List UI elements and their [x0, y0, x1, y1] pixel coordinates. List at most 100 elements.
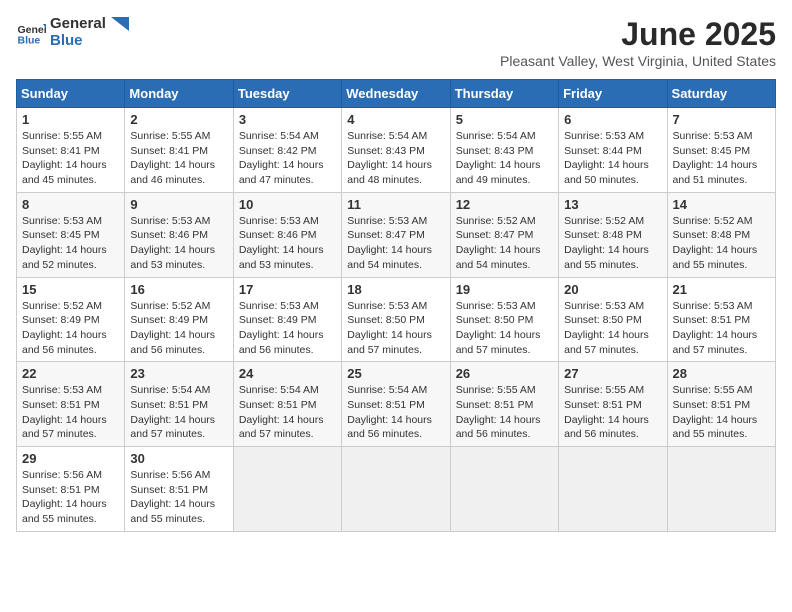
- daylight-text-cont: and 53 minutes.: [239, 258, 336, 273]
- calendar-day-cell: 8 Sunrise: 5:53 AMSunset: 8:45 PMDaylight…: [17, 192, 125, 277]
- sunrise-text: Sunrise: 5:54 AM: [130, 383, 227, 398]
- day-number: 17: [239, 282, 336, 297]
- day-info: Sunrise: 5:54 AMSunset: 8:43 PMDaylight:…: [456, 129, 553, 188]
- weekday-header: Sunday: [17, 80, 125, 108]
- sunrise-text: Sunrise: 5:53 AM: [456, 299, 553, 314]
- calendar-day-cell: [342, 447, 450, 532]
- daylight-text-cont: and 56 minutes.: [564, 427, 661, 442]
- day-number: 23: [130, 366, 227, 381]
- calendar-day-cell: 20Sunrise: 5:53 AMSunset: 8:50 PMDayligh…: [559, 277, 667, 362]
- calendar-week-row: 1Sunrise: 5:55 AMSunset: 8:41 PMDaylight…: [17, 108, 776, 193]
- daylight-text-cont: and 57 minutes.: [347, 343, 444, 358]
- day-number: 10: [239, 197, 336, 212]
- day-number: 2: [130, 112, 227, 127]
- calendar-day-cell: 15Sunrise: 5:52 AMSunset: 8:49 PMDayligh…: [17, 277, 125, 362]
- sunrise-text: Sunrise: 5:53 AM: [673, 129, 770, 144]
- day-info: Sunrise: 5:52 AMSunset: 8:48 PMDaylight:…: [564, 214, 661, 273]
- daylight-text-cont: and 56 minutes.: [239, 343, 336, 358]
- calendar-day-cell: 26Sunrise: 5:55 AMSunset: 8:51 PMDayligh…: [450, 362, 558, 447]
- main-title: June 2025: [500, 16, 776, 53]
- daylight-text-cont: and 55 minutes.: [564, 258, 661, 273]
- daylight-text: Daylight: 14 hours: [130, 497, 227, 512]
- day-info: Sunrise: 5:54 AMSunset: 8:51 PMDaylight:…: [239, 383, 336, 442]
- calendar-day-cell: 23Sunrise: 5:54 AMSunset: 8:51 PMDayligh…: [125, 362, 233, 447]
- daylight-text: Daylight: 14 hours: [239, 243, 336, 258]
- calendar-day-cell: 30Sunrise: 5:56 AMSunset: 8:51 PMDayligh…: [125, 447, 233, 532]
- calendar-day-cell: 6Sunrise: 5:53 AMSunset: 8:44 PMDaylight…: [559, 108, 667, 193]
- sunrise-text: Sunrise: 5:55 AM: [22, 129, 119, 144]
- calendar-day-cell: 13Sunrise: 5:52 AMSunset: 8:48 PMDayligh…: [559, 192, 667, 277]
- sunrise-text: Sunrise: 5:53 AM: [564, 299, 661, 314]
- day-info: Sunrise: 5:52 AMSunset: 8:49 PMDaylight:…: [130, 299, 227, 358]
- sunset-text: Sunset: 8:51 PM: [239, 398, 336, 413]
- day-number: 8: [22, 197, 119, 212]
- sunrise-text: Sunrise: 5:54 AM: [239, 383, 336, 398]
- weekday-header: Friday: [559, 80, 667, 108]
- day-info: Sunrise: 5:54 AMSunset: 8:51 PMDaylight:…: [347, 383, 444, 442]
- day-info: Sunrise: 5:55 AMSunset: 8:51 PMDaylight:…: [564, 383, 661, 442]
- daylight-text-cont: and 56 minutes.: [347, 427, 444, 442]
- sunrise-text: Sunrise: 5:56 AM: [22, 468, 119, 483]
- logo-icon: General Blue: [16, 18, 46, 48]
- daylight-text-cont: and 57 minutes.: [564, 343, 661, 358]
- daylight-text: Daylight: 14 hours: [239, 158, 336, 173]
- calendar-day-cell: 9Sunrise: 5:53 AMSunset: 8:46 PMDaylight…: [125, 192, 233, 277]
- day-number: 11: [347, 197, 444, 212]
- sunset-text: Sunset: 8:48 PM: [673, 228, 770, 243]
- daylight-text-cont: and 55 minutes.: [673, 427, 770, 442]
- weekday-header: Wednesday: [342, 80, 450, 108]
- calendar-day-cell: 21Sunrise: 5:53 AMSunset: 8:51 PMDayligh…: [667, 277, 775, 362]
- page-header: General Blue General Blue June 2025 Plea…: [16, 16, 776, 69]
- sunset-text: Sunset: 8:43 PM: [347, 144, 444, 159]
- calendar-week-row: 8Sunrise: 5:53 AMSunset: 8:45 PMDaylight…: [17, 192, 776, 277]
- calendar-day-cell: 16Sunrise: 5:52 AMSunset: 8:49 PMDayligh…: [125, 277, 233, 362]
- daylight-text: Daylight: 14 hours: [130, 243, 227, 258]
- logo-blue: Blue: [50, 33, 129, 50]
- sunset-text: Sunset: 8:50 PM: [456, 313, 553, 328]
- calendar-week-row: 22Sunrise: 5:53 AMSunset: 8:51 PMDayligh…: [17, 362, 776, 447]
- logo-triangle-icon: [111, 17, 129, 31]
- day-info: Sunrise: 5:53 AMSunset: 8:45 PMDaylight:…: [22, 214, 119, 273]
- day-number: 27: [564, 366, 661, 381]
- sunrise-text: Sunrise: 5:54 AM: [456, 129, 553, 144]
- daylight-text-cont: and 46 minutes.: [130, 173, 227, 188]
- calendar-day-cell: 24Sunrise: 5:54 AMSunset: 8:51 PMDayligh…: [233, 362, 341, 447]
- calendar-day-cell: 25Sunrise: 5:54 AMSunset: 8:51 PMDayligh…: [342, 362, 450, 447]
- calendar-header-row: SundayMondayTuesdayWednesdayThursdayFrid…: [17, 80, 776, 108]
- sunset-text: Sunset: 8:43 PM: [456, 144, 553, 159]
- daylight-text: Daylight: 14 hours: [347, 243, 444, 258]
- calendar-day-cell: 22Sunrise: 5:53 AMSunset: 8:51 PMDayligh…: [17, 362, 125, 447]
- calendar-day-cell: 11 Sunrise: 5:53 AMSunset: 8:47 PMDayligh…: [342, 192, 450, 277]
- daylight-text-cont: and 56 minutes.: [130, 343, 227, 358]
- calendar-day-cell: [667, 447, 775, 532]
- sunrise-text: Sunrise: 5:52 AM: [130, 299, 227, 314]
- sunrise-text: Sunrise: 5:55 AM: [130, 129, 227, 144]
- day-info: Sunrise: 5:53 AMSunset: 8:51 PMDaylight:…: [22, 383, 119, 442]
- day-info: Sunrise: 5:53 AMSunset: 8:47 PMDaylight:…: [347, 214, 444, 273]
- day-info: Sunrise: 5:55 AMSunset: 8:41 PMDaylight:…: [22, 129, 119, 188]
- daylight-text: Daylight: 14 hours: [130, 413, 227, 428]
- calendar-day-cell: 3Sunrise: 5:54 AMSunset: 8:42 PMDaylight…: [233, 108, 341, 193]
- calendar-day-cell: 28Sunrise: 5:55 AMSunset: 8:51 PMDayligh…: [667, 362, 775, 447]
- day-info: Sunrise: 5:53 AMSunset: 8:50 PMDaylight:…: [456, 299, 553, 358]
- sunrise-text: Sunrise: 5:56 AM: [130, 468, 227, 483]
- sunrise-text: Sunrise: 5:53 AM: [130, 214, 227, 229]
- sunrise-text: Sunrise: 5:54 AM: [347, 383, 444, 398]
- sunset-text: Sunset: 8:46 PM: [239, 228, 336, 243]
- sunset-text: Sunset: 8:41 PM: [22, 144, 119, 159]
- day-info: Sunrise: 5:53 AMSunset: 8:50 PMDaylight:…: [347, 299, 444, 358]
- day-number: 3: [239, 112, 336, 127]
- day-info: Sunrise: 5:56 AMSunset: 8:51 PMDaylight:…: [130, 468, 227, 527]
- day-info: Sunrise: 5:53 AMSunset: 8:46 PMDaylight:…: [130, 214, 227, 273]
- day-info: Sunrise: 5:53 AMSunset: 8:46 PMDaylight:…: [239, 214, 336, 273]
- calendar-week-row: 29Sunrise: 5:56 AMSunset: 8:51 PMDayligh…: [17, 447, 776, 532]
- calendar-day-cell: 4Sunrise: 5:54 AMSunset: 8:43 PMDaylight…: [342, 108, 450, 193]
- calendar-day-cell: 10 Sunrise: 5:53 AMSunset: 8:46 PMDayligh…: [233, 192, 341, 277]
- sunset-text: Sunset: 8:51 PM: [673, 398, 770, 413]
- daylight-text-cont: and 53 minutes.: [130, 258, 227, 273]
- sunset-text: Sunset: 8:45 PM: [22, 228, 119, 243]
- sunrise-text: Sunrise: 5:52 AM: [22, 299, 119, 314]
- sunrise-text: Sunrise: 5:53 AM: [22, 383, 119, 398]
- daylight-text-cont: and 56 minutes.: [22, 343, 119, 358]
- daylight-text-cont: and 54 minutes.: [456, 258, 553, 273]
